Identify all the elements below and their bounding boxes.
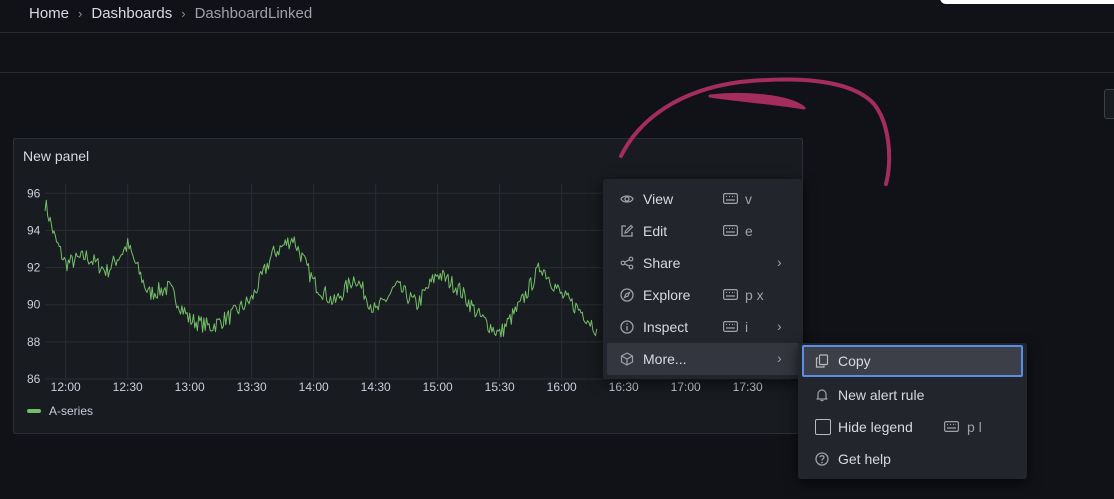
keyboard-icon — [723, 193, 738, 204]
top-navigation-bar: Home › Dashboards › DashboardLinked — [0, 0, 1114, 33]
breadcrumb-home[interactable]: Home — [29, 5, 69, 22]
shortcut-hint: p x — [745, 287, 764, 303]
menu-item-label: Hide legend — [838, 419, 913, 435]
chevron-right-icon: › — [777, 254, 782, 270]
x-tick-label: 13:00 — [175, 380, 205, 394]
panel-context-menu: View v Edit e Share › Explore p x Inspec… — [603, 179, 803, 379]
keyboard-icon — [723, 289, 738, 300]
x-tick-label: 14:30 — [361, 380, 391, 394]
chart-legend[interactable]: A-series — [27, 404, 93, 418]
x-tick-label: 17:00 — [671, 380, 701, 394]
submenu-item-hide-legend[interactable]: Hide legend p l — [802, 411, 1023, 443]
side-panel-toggle[interactable] — [1104, 89, 1114, 119]
legend-label[interactable]: A-series — [49, 404, 93, 418]
x-tick-label: 16:00 — [547, 380, 577, 394]
search-box[interactable] — [940, 0, 1114, 4]
menu-item-label: Copy — [838, 353, 871, 369]
x-tick-label: 12:00 — [51, 380, 81, 394]
edit-icon — [621, 224, 634, 237]
y-tick-label: 90 — [27, 298, 41, 312]
breadcrumb-separator: › — [78, 5, 83, 21]
eye-icon — [620, 195, 634, 203]
shortcut-hint: i — [745, 319, 749, 335]
breadcrumb-dashboards[interactable]: Dashboards — [91, 5, 172, 22]
chevron-right-icon: › — [777, 350, 782, 366]
breadcrumb-separator: › — [181, 5, 186, 21]
menu-item-label: New alert rule — [838, 387, 925, 403]
menu-item-inspect[interactable]: Inspect i › — [607, 311, 799, 343]
share-icon — [620, 256, 634, 270]
keyboard-icon — [944, 421, 959, 432]
keyboard-icon — [723, 321, 738, 332]
dashboard-toolbar — [0, 33, 1114, 73]
submenu-item-get-help[interactable]: Get help — [802, 443, 1023, 475]
menu-item-label: More... — [643, 351, 687, 367]
menu-item-label: Share — [643, 255, 681, 271]
x-tick-label: 14:00 — [299, 380, 329, 394]
x-tick-label: 15:00 — [423, 380, 453, 394]
menu-item-view[interactable]: View v — [607, 183, 799, 215]
x-tick-label: 12:30 — [113, 380, 143, 394]
breadcrumb: Home › Dashboards › DashboardLinked — [29, 4, 312, 22]
y-tick-label: 86 — [27, 372, 41, 386]
menu-item-label: View — [643, 191, 674, 207]
panel-title[interactable]: New panel — [23, 148, 89, 164]
y-tick-label: 94 — [27, 223, 41, 237]
shortcut-hint: p l — [967, 419, 982, 435]
shortcut-hint: e — [745, 223, 753, 239]
question-icon — [815, 452, 829, 466]
bell-icon — [816, 389, 828, 402]
submenu-item-copy[interactable]: Copy — [802, 345, 1023, 377]
menu-item-edit[interactable]: Edit e — [607, 215, 799, 247]
menu-item-label: Edit — [643, 223, 668, 239]
y-tick-label: 96 — [27, 186, 41, 200]
chevron-right-icon: › — [777, 318, 782, 334]
menu-item-more[interactable]: More... › — [607, 343, 799, 375]
breadcrumb-current: DashboardLinked — [194, 4, 313, 22]
y-tick-label: 88 — [27, 335, 41, 349]
x-tick-label: 16:30 — [609, 380, 639, 394]
menu-item-label: Inspect — [643, 319, 689, 335]
cube-icon — [620, 352, 634, 366]
menu-item-label: Get help — [838, 451, 891, 467]
copy-icon — [815, 354, 829, 368]
compass-icon — [620, 288, 634, 302]
menu-item-label: Explore — [643, 287, 691, 303]
x-tick-label: 17:30 — [733, 380, 763, 394]
shortcut-hint: v — [745, 191, 752, 207]
info-icon — [620, 320, 634, 334]
menu-item-share[interactable]: Share › — [607, 247, 799, 279]
x-tick-label: 13:30 — [237, 380, 267, 394]
hide-legend-checkbox[interactable] — [815, 419, 831, 435]
keyboard-icon — [723, 225, 738, 236]
x-tick-label: 15:30 — [485, 380, 515, 394]
y-tick-label: 92 — [27, 261, 41, 275]
legend-swatch — [27, 409, 41, 413]
more-submenu: Copy New alert rule Hide legend p l Get … — [798, 343, 1027, 479]
menu-item-explore[interactable]: Explore p x — [607, 279, 799, 311]
submenu-item-new-alert-rule[interactable]: New alert rule — [802, 379, 1023, 411]
